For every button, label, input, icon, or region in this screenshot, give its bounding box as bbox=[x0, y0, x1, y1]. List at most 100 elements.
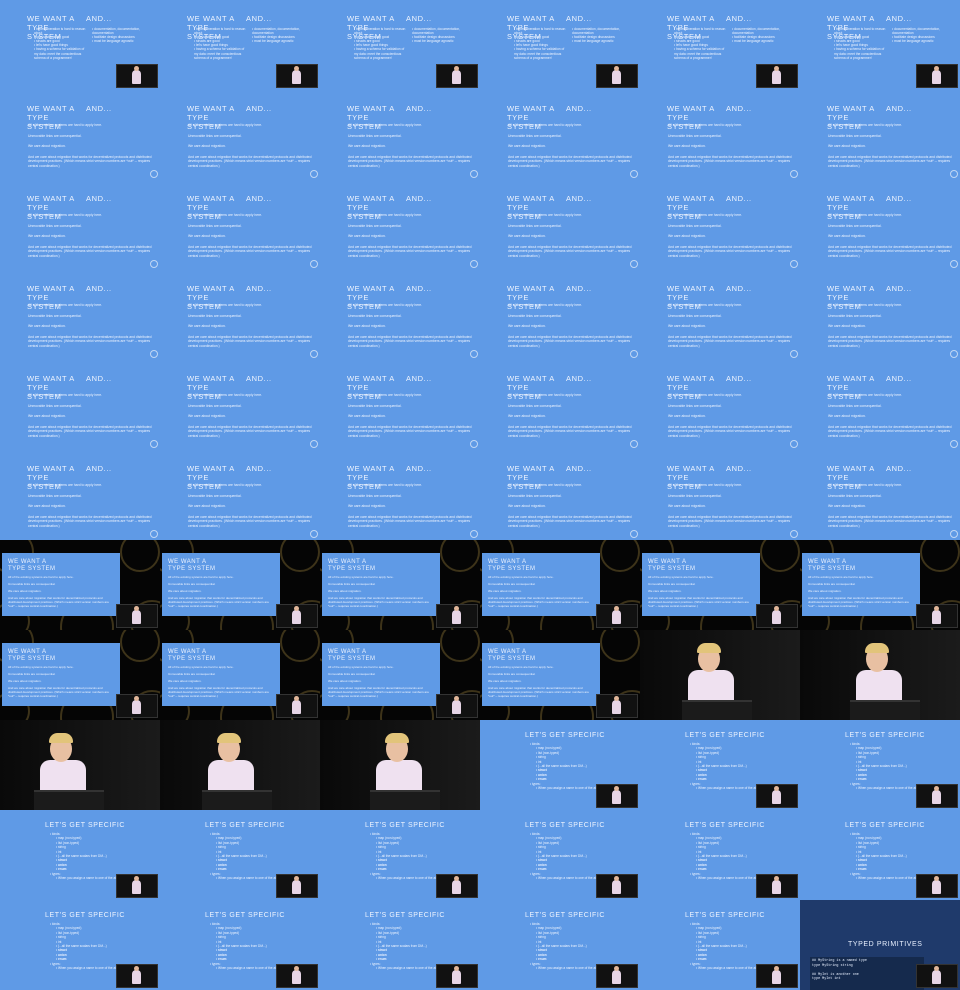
nav-ring-icon bbox=[150, 440, 158, 448]
speaker-head-icon bbox=[774, 606, 779, 611]
video-frame-thumbnail: WE WANT A TYPE SYSTEM AND... All of the ex… bbox=[0, 270, 160, 360]
stage-decoration-icon bbox=[120, 540, 160, 572]
slide-paragraph: And we care about migration that works f… bbox=[348, 154, 472, 168]
speaker-head-icon bbox=[294, 696, 299, 701]
slide-paragraph: We care about migration. bbox=[168, 589, 202, 593]
slide-paragraph: We care about migration. bbox=[668, 144, 706, 149]
speaker-camera-inset bbox=[116, 964, 158, 988]
speaker-camera-inset bbox=[276, 604, 318, 628]
video-frame-thumbnail: WE WANT A TYPE SYSTEM AND... All of the ex… bbox=[320, 360, 480, 450]
video-frame-thumbnail: WE WANT A TYPE SYSTEM AND... All of the ex… bbox=[0, 180, 160, 270]
slide-title: WE WANT A TYPE SYSTEM bbox=[328, 649, 376, 662]
slide-paragraph: All of the existing systems are hard to … bbox=[8, 575, 74, 579]
slide-and-heading: AND... bbox=[886, 374, 912, 383]
slide-paragraph: Unmovable links are consequential. bbox=[828, 313, 882, 318]
slide-paragraph: We care about migration. bbox=[348, 144, 386, 149]
slide-paragraph: Unmovable links are consequential. bbox=[28, 223, 82, 228]
slide-and-heading: AND... bbox=[86, 194, 112, 203]
slide-paragraph: We care about migration. bbox=[168, 679, 202, 683]
speaker-figure-icon bbox=[452, 610, 461, 624]
bullet-item: having a schema for validation of my dat… bbox=[674, 47, 729, 59]
slide-paragraph: And we care about migration that works f… bbox=[488, 596, 589, 608]
slide-paragraph: Unmovable links are consequential. bbox=[808, 582, 856, 586]
slide-paragraph: All of the existing systems are hard to … bbox=[828, 213, 903, 217]
video-frame-thumbnail: WE WANT A TYPE SYSTEM AND... All of the ex… bbox=[160, 270, 320, 360]
speaker-figure-icon bbox=[612, 880, 621, 894]
slide-body: All of the existing systems are hard to … bbox=[348, 213, 473, 265]
nav-ring-icon bbox=[630, 260, 638, 268]
slide-paragraph: All of the existing systems are hard to … bbox=[488, 665, 554, 669]
speaker-camera-inset bbox=[916, 964, 958, 988]
video-frame-thumbnail: WE WANT A TYPE SYSTEM AND... All of the ex… bbox=[640, 360, 800, 450]
video-frame-thumbnail: LET'S GET SPECIFIC • kinds: • map (non-typ… bbox=[640, 900, 800, 990]
stage-decoration-icon bbox=[280, 540, 320, 572]
slide-and-heading: AND... bbox=[886, 104, 912, 113]
slide-paragraph: We care about migration. bbox=[668, 234, 706, 239]
slide-body: All of the existing systems are hard to … bbox=[28, 213, 153, 265]
speaker-figure-icon bbox=[452, 970, 461, 984]
slide-body: All of the existing systems are hard to … bbox=[488, 575, 592, 611]
speaker-head-icon bbox=[614, 786, 619, 791]
slide-paragraph: We care about migration. bbox=[188, 414, 226, 419]
projected-slide: WE WANT A TYPE SYSTEM All of the existing… bbox=[482, 643, 600, 706]
slide-title: WE WANT A TYPE SYSTEM bbox=[168, 559, 216, 572]
slide-body: All of the existing systems are hard to … bbox=[668, 123, 793, 175]
slide-paragraph: All of the existing systems are hard to … bbox=[188, 393, 263, 397]
slide-paragraph: We care about migration. bbox=[188, 144, 226, 149]
podium-icon bbox=[682, 700, 752, 720]
bullet-item: must be language agnostic bbox=[252, 39, 312, 43]
slide-paragraph: All of the existing systems are hard to … bbox=[648, 575, 714, 579]
slide-paragraph: Unmovable links are consequential. bbox=[508, 133, 562, 138]
slide-title: LET'S GET SPECIFIC bbox=[685, 822, 766, 829]
video-frame-thumbnail: WE WANT A TYPE SYSTEM AND... All of the ex… bbox=[640, 180, 800, 270]
stage-decoration-icon bbox=[920, 540, 960, 572]
slide-paragraph: We care about migration. bbox=[668, 504, 706, 509]
slide-paragraph: All of the existing systems are hard to … bbox=[188, 213, 263, 217]
speaker-figure-icon bbox=[612, 700, 621, 714]
nav-ring-icon bbox=[950, 440, 958, 448]
slide-and-heading: AND... bbox=[886, 194, 912, 203]
slide-paragraph: And we care about migration that works f… bbox=[828, 244, 952, 258]
speaker-camera-inset bbox=[756, 604, 798, 628]
slide-paragraph: All of the existing systems are hard to … bbox=[508, 393, 583, 397]
slide-paragraph: We care about migration. bbox=[188, 234, 226, 239]
slide-paragraph: We care about migration. bbox=[328, 589, 362, 593]
speaker-hair-icon bbox=[697, 643, 721, 653]
slide-paragraph: We care about migration. bbox=[328, 679, 362, 683]
slide-bullets-left: hypergeneration is hard to reason aboutt… bbox=[350, 27, 409, 60]
slide-paragraph: All of the existing systems are hard to … bbox=[328, 665, 394, 669]
slide-paragraph: Unmovable links are consequential. bbox=[28, 133, 82, 138]
slide-body: All of the existing systems are hard to … bbox=[348, 303, 473, 355]
bullet-item: hypergeneration is hard to reason about bbox=[354, 27, 409, 35]
slide-title: WE WANT A TYPE SYSTEM bbox=[488, 649, 536, 662]
slide-paragraph: Unmovable links are consequential. bbox=[668, 313, 722, 318]
stage-decoration-icon bbox=[760, 540, 800, 572]
slide-title: WE WANT A TYPE SYSTEM bbox=[8, 649, 56, 662]
nav-ring-icon bbox=[470, 260, 478, 268]
speaker-head-icon bbox=[934, 966, 939, 971]
slide-paragraph: Unmovable links are consequential. bbox=[348, 313, 402, 318]
slide-paragraph: We care about migration. bbox=[648, 589, 682, 593]
video-frame-thumbnail: WE WANT A TYPE SYSTEM All of the existing… bbox=[800, 540, 960, 630]
nav-ring-icon bbox=[470, 350, 478, 358]
speaker-camera-inset bbox=[756, 874, 798, 898]
slide-paragraph: All of the existing systems are hard to … bbox=[508, 213, 583, 217]
slide-and-heading: AND... bbox=[886, 14, 912, 23]
speaker-head-icon bbox=[614, 876, 619, 881]
video-frame-thumbnail: WE WANT A TYPE SYSTEM All of the existing… bbox=[640, 540, 800, 630]
nav-ring-icon bbox=[630, 440, 638, 448]
slide-body: All of the existing systems are hard to … bbox=[508, 303, 633, 355]
speaker-hair-icon bbox=[217, 733, 241, 743]
slide-and-heading: AND... bbox=[406, 464, 432, 473]
video-frame-thumbnail: LET'S GET SPECIFIC • kinds: • map (non-typ… bbox=[160, 900, 320, 990]
podium-icon bbox=[850, 700, 920, 720]
slide-title: LET'S GET SPECIFIC bbox=[685, 732, 766, 739]
slide-paragraph: We care about migration. bbox=[828, 504, 866, 509]
slide-paragraph: Unmovable links are consequential. bbox=[668, 493, 722, 498]
video-frame-thumbnail: WE WANT A TYPE SYSTEM AND... All of the ex… bbox=[320, 270, 480, 360]
slide-paragraph: We care about migration. bbox=[348, 234, 386, 239]
slide-paragraph: Unmovable links are consequential. bbox=[348, 223, 402, 228]
slide-body: All of the existing systems are hard to … bbox=[328, 575, 432, 611]
video-frame-thumbnail: WE WANT A TYPE SYSTEM AND... All of the ex… bbox=[480, 450, 640, 540]
speaker-head-icon bbox=[134, 696, 139, 701]
